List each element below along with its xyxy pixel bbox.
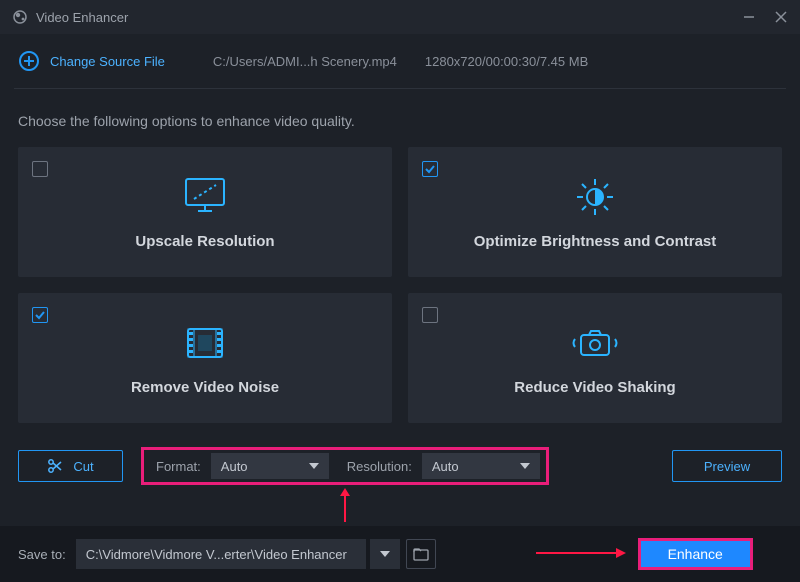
checkbox-brightness[interactable] [422, 161, 438, 177]
card-brightness-contrast[interactable]: Optimize Brightness and Contrast [408, 147, 782, 277]
format-value: Auto [221, 459, 248, 474]
plus-circle-icon [18, 50, 40, 72]
scissors-icon [47, 458, 63, 474]
caret-down-icon [380, 551, 390, 557]
preview-button[interactable]: Preview [672, 450, 782, 482]
window-title: Video Enhancer [36, 10, 742, 25]
annotation-arrow-up [0, 488, 800, 522]
enhance-button[interactable]: Enhance [638, 538, 753, 570]
card-reduce-shaking[interactable]: Reduce Video Shaking [408, 293, 782, 423]
resolution-select[interactable]: Auto [422, 453, 540, 479]
change-source-button[interactable]: Change Source File [18, 50, 165, 72]
change-source-label: Change Source File [50, 54, 165, 69]
checkbox-shaking[interactable] [422, 307, 438, 323]
title-bar: Video Enhancer [0, 0, 800, 34]
folder-icon [413, 547, 429, 561]
close-button[interactable] [774, 10, 788, 24]
bottom-bar: Save to: C:\Vidmore\Vidmore V...erter\Vi… [0, 526, 800, 582]
resolution-value: Auto [432, 459, 459, 474]
options-grid: Upscale Resolution Optimize Brightness a… [0, 147, 800, 423]
brightness-icon [570, 175, 620, 219]
cut-button[interactable]: Cut [18, 450, 123, 482]
annotation-arrow-right [536, 545, 626, 564]
card-label: Reduce Video Shaking [514, 379, 675, 396]
card-label: Upscale Resolution [135, 233, 274, 250]
card-remove-noise[interactable]: Remove Video Noise [18, 293, 392, 423]
camera-shake-icon [567, 321, 623, 365]
format-select[interactable]: Auto [211, 453, 329, 479]
source-file-path: C:/Users/ADMI...h Scenery.mp4 [213, 54, 397, 69]
open-folder-button[interactable] [406, 539, 436, 569]
resolution-label: Resolution: [347, 459, 412, 474]
instruction-text: Choose the following options to enhance … [0, 89, 800, 147]
save-path-dropdown[interactable] [370, 539, 400, 569]
toolbar: Change Source File C:/Users/ADMI...h Sce… [0, 34, 800, 88]
card-upscale-resolution[interactable]: Upscale Resolution [18, 147, 392, 277]
format-label: Format: [156, 459, 201, 474]
card-label: Remove Video Noise [131, 379, 279, 396]
caret-down-icon [520, 463, 530, 469]
checkbox-noise[interactable] [32, 307, 48, 323]
format-resolution-highlight: Format: Auto Resolution: Auto [141, 447, 549, 485]
app-logo-icon [12, 9, 28, 25]
cut-label: Cut [73, 459, 93, 474]
enhance-label: Enhance [668, 546, 723, 562]
checkbox-upscale[interactable] [32, 161, 48, 177]
preview-label: Preview [704, 459, 750, 474]
source-file-meta: 1280x720/00:00:30/7.45 MB [425, 54, 588, 69]
save-to-label: Save to: [18, 547, 66, 562]
save-path-input[interactable]: C:\Vidmore\Vidmore V...erter\Video Enhan… [76, 539, 366, 569]
monitor-icon [180, 175, 230, 219]
minimize-button[interactable] [742, 10, 756, 24]
caret-down-icon [309, 463, 319, 469]
card-label: Optimize Brightness and Contrast [474, 233, 717, 250]
controls-row: Cut Format: Auto Resolution: Auto Previe… [0, 423, 800, 485]
save-path-value: C:\Vidmore\Vidmore V...erter\Video Enhan… [86, 547, 347, 562]
film-icon [180, 321, 230, 365]
